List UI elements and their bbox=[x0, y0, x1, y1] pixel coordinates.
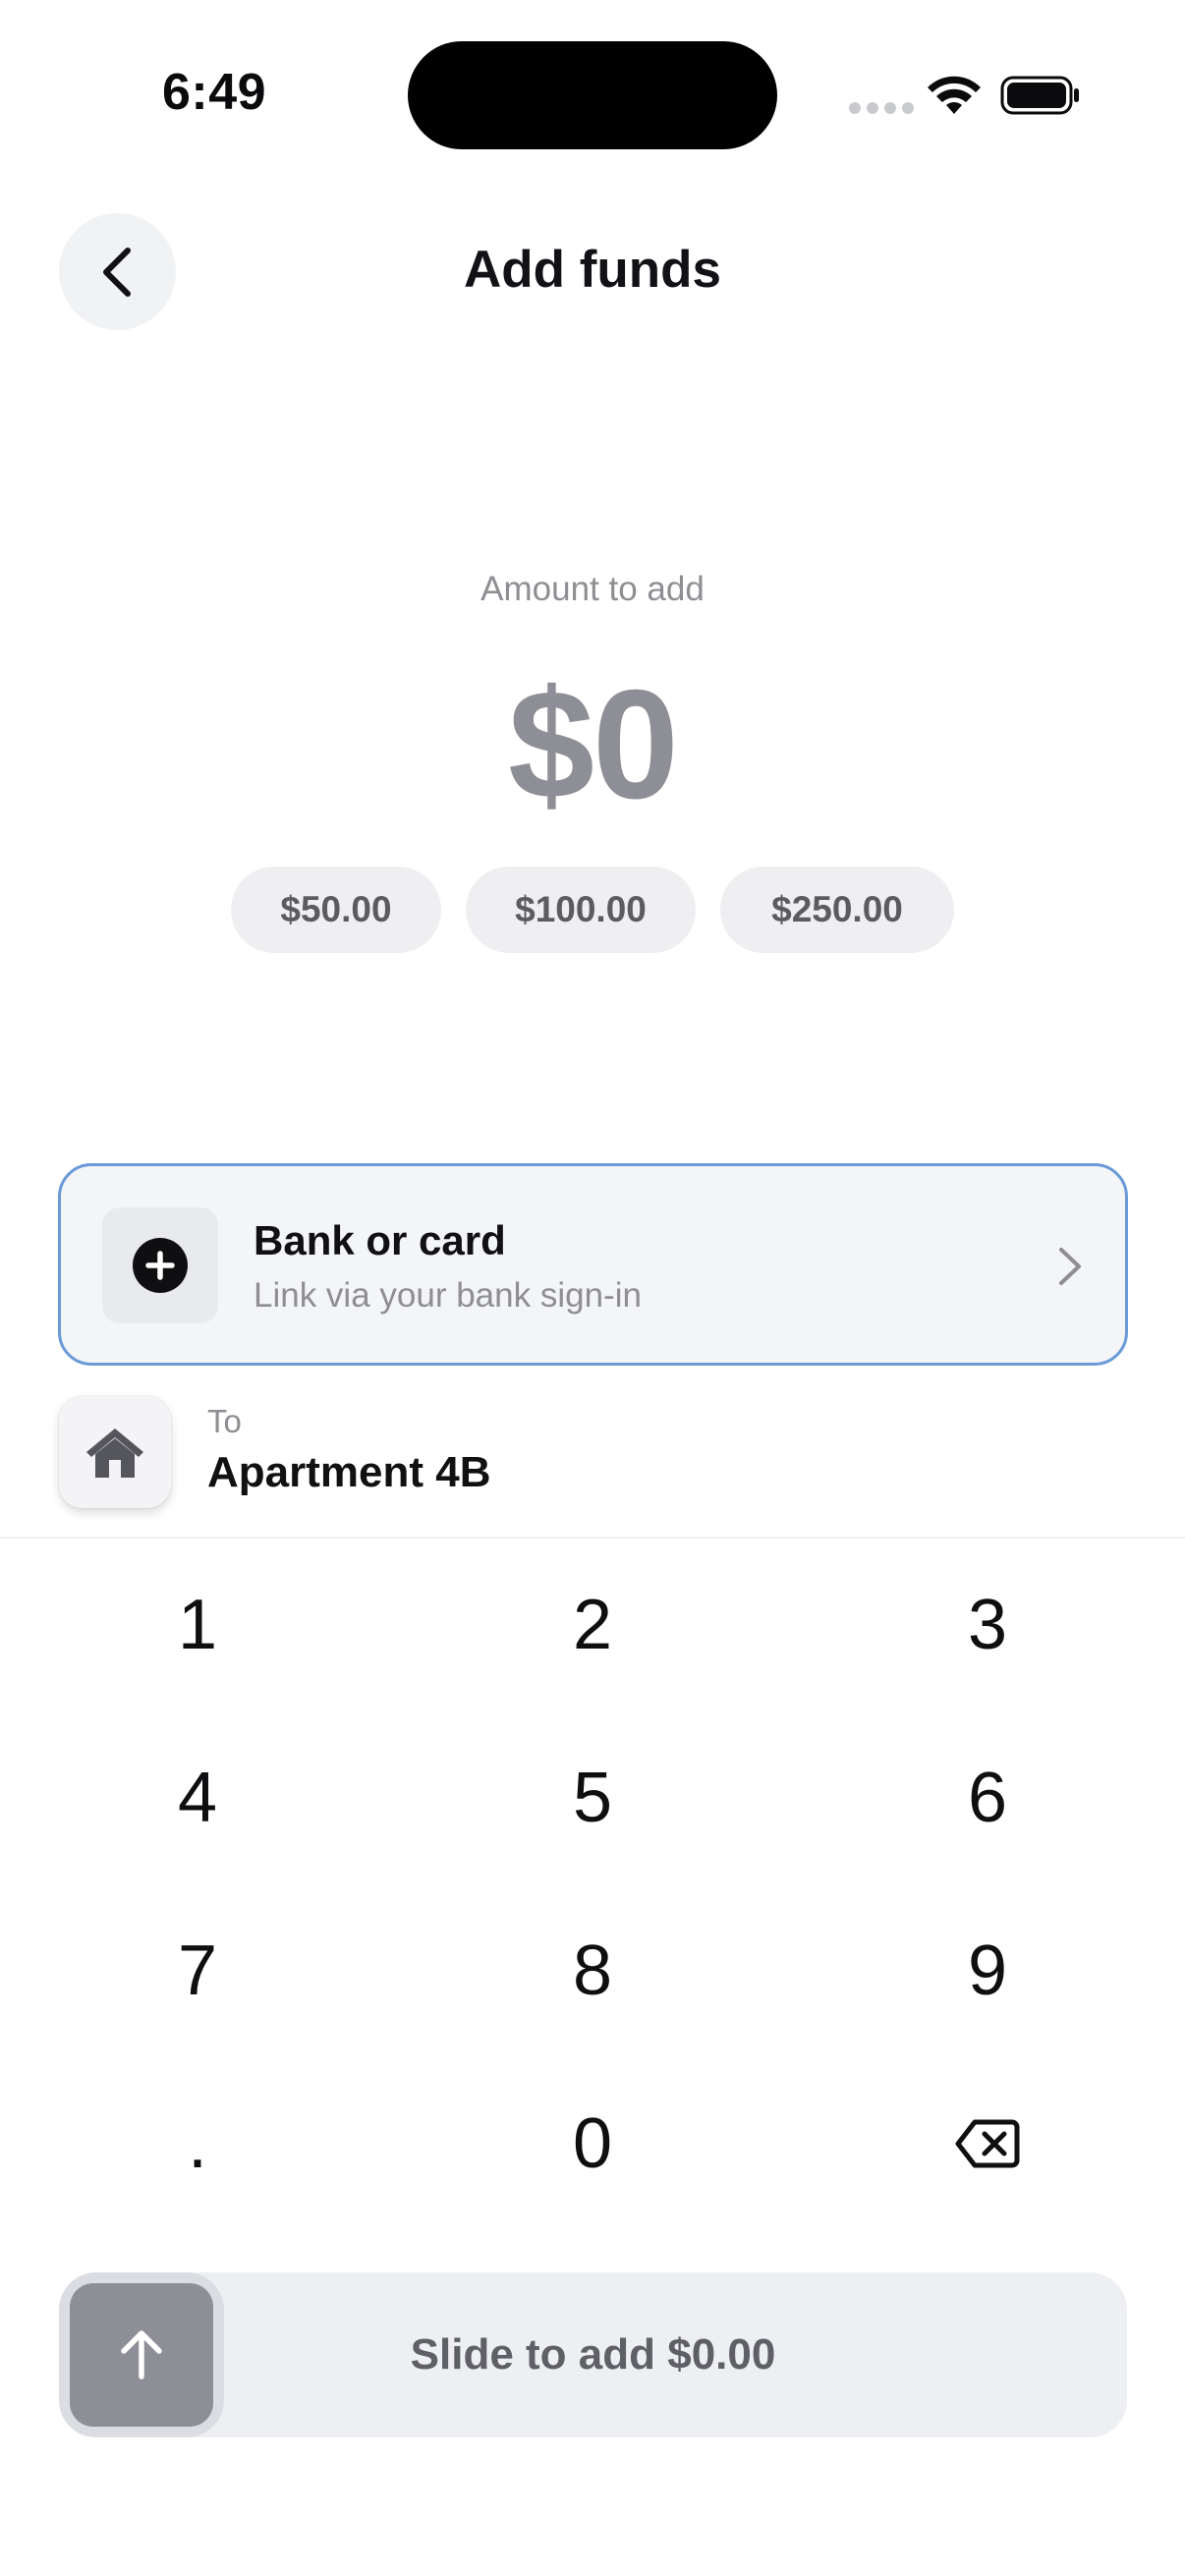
key-4[interactable]: 4 bbox=[0, 1711, 395, 1884]
key-1[interactable]: 1 bbox=[0, 1539, 395, 1711]
house-icon bbox=[86, 1428, 143, 1478]
plus-circle-icon bbox=[133, 1238, 188, 1293]
key-backspace[interactable] bbox=[790, 2057, 1185, 2230]
key-decimal[interactable]: . bbox=[0, 2057, 395, 2230]
key-7[interactable]: 7 bbox=[0, 1884, 395, 2057]
slide-to-add-track[interactable]: Slide to add $0.00 bbox=[59, 2272, 1127, 2437]
page-title: Add funds bbox=[464, 241, 721, 299]
slide-thumb-well bbox=[59, 2272, 224, 2437]
add-funds-screen: 6:49 Add funds Amount to add $0 $50.00 $… bbox=[0, 0, 1185, 2576]
funding-source-card[interactable]: Bank or card Link via your bank sign-in bbox=[58, 1163, 1128, 1366]
source-subtitle: Link via your bank sign-in bbox=[254, 1276, 642, 1315]
key-6[interactable]: 6 bbox=[790, 1711, 1185, 1884]
key-5[interactable]: 5 bbox=[395, 1711, 790, 1884]
status-time: 6:49 bbox=[162, 64, 267, 121]
preset-250-button[interactable]: $250.00 bbox=[720, 867, 954, 953]
preset-amounts: $50.00 $100.00 $250.00 bbox=[0, 867, 1185, 953]
preset-50-button[interactable]: $50.00 bbox=[231, 867, 441, 953]
wifi-icon bbox=[928, 76, 981, 114]
chevron-right-icon bbox=[1059, 1248, 1081, 1285]
destination-label: To bbox=[207, 1403, 242, 1439]
cellular-signal-icon bbox=[849, 102, 914, 114]
battery-icon bbox=[1000, 76, 1079, 115]
dynamic-island bbox=[408, 41, 777, 149]
source-icon-container bbox=[102, 1207, 218, 1323]
key-9[interactable]: 9 bbox=[790, 1884, 1185, 2057]
key-8[interactable]: 8 bbox=[395, 1884, 790, 2057]
amount-value[interactable]: $0 bbox=[0, 656, 1185, 834]
amount-label: Amount to add bbox=[480, 570, 705, 608]
key-2[interactable]: 2 bbox=[395, 1539, 790, 1711]
preset-100-button[interactable]: $100.00 bbox=[466, 867, 696, 953]
numeric-keypad: 1 2 3 4 5 6 7 8 9 . 0 bbox=[0, 1539, 1185, 2230]
backspace-icon bbox=[955, 2119, 1020, 2168]
slide-thumb[interactable] bbox=[70, 2283, 213, 2427]
destination-value[interactable]: Apartment 4B bbox=[207, 1448, 491, 1497]
destination-icon-container bbox=[59, 1396, 171, 1508]
source-title: Bank or card bbox=[254, 1217, 506, 1263]
key-3[interactable]: 3 bbox=[790, 1539, 1185, 1711]
arrow-up-icon bbox=[121, 2330, 162, 2380]
key-0[interactable]: 0 bbox=[395, 2057, 790, 2230]
